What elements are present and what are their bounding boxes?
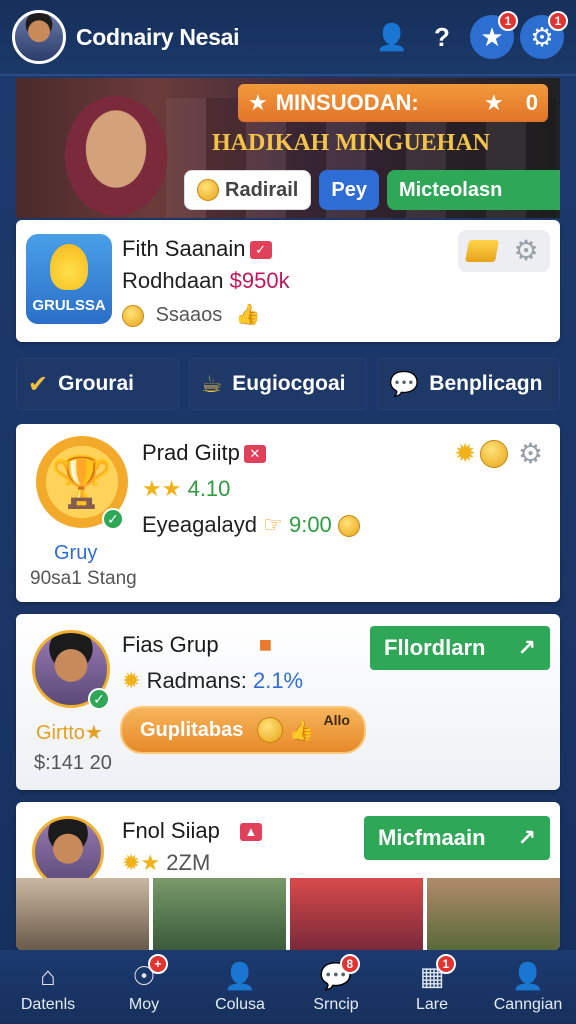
profile-icon: 👤 <box>511 960 545 991</box>
flame-icon <box>50 244 88 290</box>
action-button[interactable]: Micfmaain ↗ <box>364 816 550 860</box>
mug-icon: ☕ <box>200 370 223 398</box>
notification-badge: 1 <box>498 11 518 31</box>
notification-badge: 1 <box>548 11 568 31</box>
orange-tag: Allo <box>323 712 350 728</box>
hero-banner[interactable]: ★ MINSUODAN: ★ 0 HADIKAH MINGUEHAN Radir… <box>16 78 560 218</box>
verified-icon: ✓ <box>88 688 110 710</box>
promo-banner: ★ MINSUODAN: ★ 0 <box>238 84 548 122</box>
rating: ★★ 4.10 <box>142 476 231 501</box>
star-icon: ★ <box>84 722 103 744</box>
user-icon: 👤 <box>223 960 257 991</box>
notification-badge: 8 <box>339 954 360 974</box>
hero-person-image <box>56 86 176 218</box>
group-label: Gruy <box>54 542 98 564</box>
notification-badge: 1 <box>435 954 456 974</box>
nav-eugiocgoai[interactable]: ☕ Eugiocgoai <box>188 358 368 410</box>
nav-grourai[interactable]: ✔ Grourai <box>16 358 179 410</box>
coin-icon <box>197 179 219 201</box>
help-icon[interactable]: ? <box>420 15 464 59</box>
avatar[interactable] <box>12 10 66 64</box>
promo-value: 0 <box>525 90 538 115</box>
group-status: 90sa1 Stang <box>30 568 137 589</box>
hero-subtitle: HADIKAH MINGUEHAN <box>211 130 490 156</box>
top-app-bar: Codnairy Nesai 👤 ? ★ 1 ⚙ 1 <box>0 0 576 76</box>
coin-icon <box>257 717 284 743</box>
photo-thumbnail[interactable] <box>427 878 560 950</box>
card-value-line: Rodhdaan $950k <box>122 268 290 293</box>
badge-icon[interactable]: ✹ <box>454 438 476 469</box>
nav-lare[interactable]: ▦ 1 Lare <box>384 950 480 1024</box>
card-title: Fith Saanain ✓ <box>122 236 272 262</box>
card-title: Fnol Siiap ▲ <box>122 818 262 844</box>
notification-badge: + <box>147 954 168 974</box>
group-card[interactable]: 🏆 ✓ Gruy 90sa1 Stang Prad Giitp ✕ ★★ 4.10… <box>16 424 560 602</box>
verified-icon: ✓ <box>102 508 124 530</box>
group-card[interactable]: ✓ Girtto★ $:141 20 Fias Grup ■ ✹ Radmans… <box>16 614 560 790</box>
nav-moy[interactable]: ☉ + Moy <box>96 950 192 1024</box>
arrow-up-right-icon: ↗ <box>517 635 536 660</box>
check-tag-icon: ✓ <box>249 241 272 260</box>
coin-icon <box>122 304 144 327</box>
photo-thumbnail[interactable] <box>153 878 286 950</box>
time-line: Eyeagalayd ☞ 9:00 <box>142 512 366 538</box>
nav-benplicagn[interactable]: 💬 Benplicagn <box>377 358 560 410</box>
brand-logo: GRULSSA <box>26 234 112 324</box>
photo-strip <box>16 878 560 950</box>
promo-text: MINSUODAN: <box>275 90 419 115</box>
card-actions: ⚙ <box>458 230 550 272</box>
card-title: Fias Grup ■ <box>122 632 273 657</box>
gear-icon[interactable]: ⚙ <box>514 237 542 265</box>
nav-colusa[interactable]: 👤 Colusa <box>192 950 288 1024</box>
sun-icon: ✹ <box>122 668 141 693</box>
orange-action-button[interactable]: Guplitabas 👍 Allo <box>120 706 366 754</box>
star-icon: ★ <box>484 90 504 115</box>
featured-card[interactable]: GRULSSA Fith Saanain ✓ Rodhdaan $950k Ssa… <box>16 220 560 342</box>
star-icon: ★★ <box>142 476 182 501</box>
home-icon: ⌂ <box>40 960 56 991</box>
user-icon[interactable]: 👤 <box>370 15 414 59</box>
radiral-button[interactable]: Radirail <box>184 170 312 210</box>
card-value-line: ✹ Radmans: 2.1% <box>122 668 304 693</box>
rocket-icon[interactable]: ★ 1 <box>470 11 518 59</box>
nav-canngian[interactable]: 👤 Canngian <box>480 950 576 1024</box>
nav-home[interactable]: ⌂ Datenls <box>0 950 96 1024</box>
bottom-navigation: ⌂ Datenls ☉ + Moy 👤 Colusa 💬 8 Srncip ▦ … <box>0 950 576 1024</box>
gear-icon[interactable]: ⚙ 1 <box>520 11 568 59</box>
card-actions: ✹ ⚙ <box>454 438 546 469</box>
thumbs-up-icon: 👍 <box>289 719 315 742</box>
card-value-line: ✹★ 2ZM <box>122 850 211 875</box>
coin-icon <box>337 515 360 538</box>
pay-button[interactable]: Pey <box>319 170 379 210</box>
group-card[interactable]: Fnol Siiap ▲ ✹★ 2ZM Micfmaain ↗ <box>16 802 560 950</box>
gold-bar-icon[interactable] <box>464 240 499 262</box>
coin-icon[interactable] <box>480 439 508 468</box>
close-tag-icon: ✕ <box>243 445 266 464</box>
sub-label: Girtto★ <box>36 722 103 744</box>
action-button[interactable]: Fllordlarn ↗ <box>370 626 550 670</box>
search-button[interactable]: Micteolasn ⚲ <box>386 170 560 210</box>
card-title: Prad Giitp ✕ <box>142 440 266 466</box>
hand-icon: ☞ <box>263 512 283 537</box>
photo-thumbnail[interactable] <box>290 878 423 950</box>
nav-srncip[interactable]: 💬 8 Srncip <box>288 950 384 1024</box>
amount: $:141 20 <box>34 752 112 774</box>
category-nav: ✔ Grourai ☕ Eugiocgoai 💬 Benplicagn <box>16 358 560 410</box>
photo-thumbnail[interactable] <box>16 878 149 950</box>
thumbs-up-icon: 👍 <box>235 304 261 326</box>
cup-icon: ✔ <box>28 370 49 398</box>
gear-icon[interactable]: ⚙ <box>518 439 546 468</box>
tag-icon: ▲ <box>239 823 262 842</box>
app-title: Codnairy Nesai <box>76 23 240 50</box>
chat-icon: 💬 <box>389 370 420 398</box>
cake-icon: ■ <box>258 632 273 657</box>
stars-icon: ★ <box>248 90 268 115</box>
sun-icon: ✹★ <box>122 850 161 875</box>
arrow-up-right-icon: ↗ <box>517 825 536 850</box>
card-sub-line: Ssaaos 👍 <box>122 302 261 327</box>
